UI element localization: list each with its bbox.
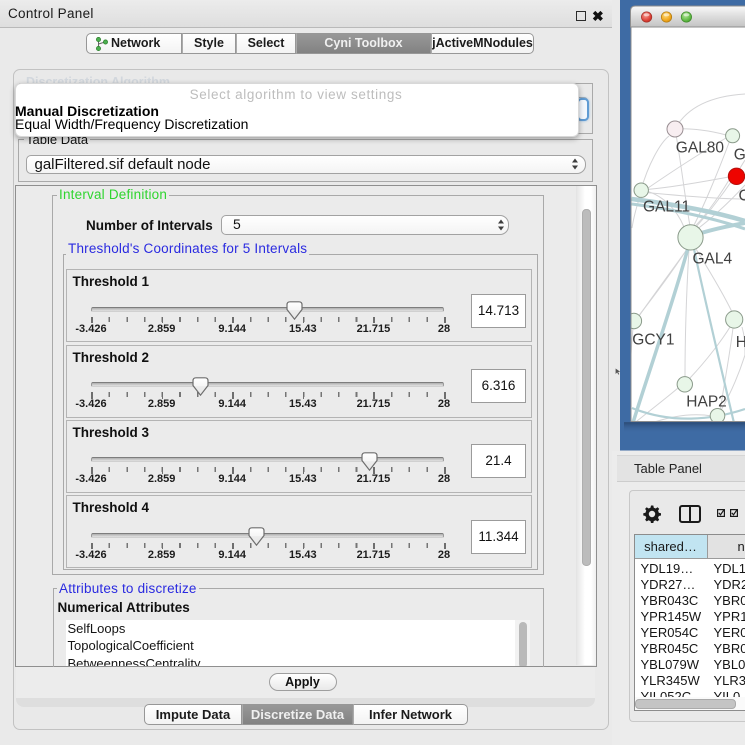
- svg-text:GAL11: GAL11: [643, 199, 690, 216]
- svg-text:GCY1: GCY1: [632, 332, 674, 349]
- svg-text:C: C: [739, 188, 745, 205]
- svg-text:GAL4: GAL4: [693, 251, 733, 268]
- svg-text:GAL80: GAL80: [676, 140, 725, 157]
- svg-text:GA: GA: [734, 147, 745, 164]
- svg-text:H: H: [736, 334, 745, 351]
- svg-text:HAP2: HAP2: [686, 394, 727, 411]
